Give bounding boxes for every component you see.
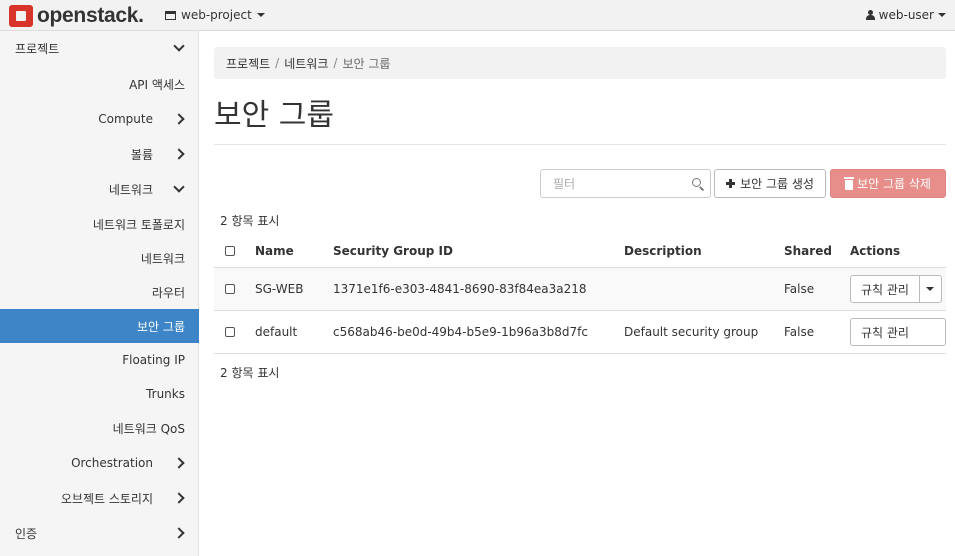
row-id: 1371e1f6-e303-4841-8690-83f84ea3a218	[333, 282, 587, 296]
sidebar-item-network-group[interactable]: 네트워크	[0, 172, 199, 206]
chevron-down-icon	[173, 39, 185, 52]
sidebar-item-label: Orchestration	[71, 456, 153, 470]
header-name[interactable]: Name	[255, 244, 333, 258]
delete-button-label: 보안 그룹 삭제	[857, 177, 931, 191]
caret-down-icon	[256, 13, 265, 17]
plus-icon	[726, 179, 736, 188]
sidebar-item-label: API 액세스	[129, 77, 185, 92]
project-switcher[interactable]: web-project	[165, 8, 265, 22]
sidebar-item-label: 인증	[15, 526, 38, 541]
user-menu[interactable]: web-user	[865, 8, 946, 22]
row-select-cell	[214, 327, 255, 337]
row-shared: False	[784, 282, 815, 296]
chevron-right-icon	[173, 113, 185, 125]
sidebar-item-api-access[interactable]: API 액세스	[0, 67, 199, 101]
sidebar-item-label: 보안 그룹	[137, 319, 185, 334]
sidebar-item-network-topology[interactable]: 네트워크 토폴로지	[0, 207, 199, 241]
create-security-group-button[interactable]: 보안 그룹 생성	[714, 169, 826, 198]
row-checkbox[interactable]	[225, 327, 235, 337]
table-row: default c568ab46-be0d-49b4-b5e9-1b96a3b8…	[214, 311, 946, 354]
breadcrumb-network[interactable]: 네트워크	[284, 55, 328, 72]
breadcrumb-project[interactable]: 프로젝트	[226, 55, 270, 72]
sidebar-item-label: 네트워크 QoS	[112, 421, 185, 436]
sidebar-item-object-storage[interactable]: 오브젝트 스토리지	[0, 481, 199, 515]
header-security-group-id[interactable]: Security Group ID	[333, 244, 624, 258]
sidebar-item-label: 네트워크	[140, 251, 185, 266]
title-divider	[214, 144, 946, 145]
breadcrumb-security-groups: 보안 그룹	[342, 56, 391, 71]
chevron-right-icon	[173, 148, 185, 160]
caret-down-icon	[926, 287, 935, 291]
sidebar-item-compute[interactable]: Compute	[0, 102, 199, 136]
sidebar-item-trunks[interactable]: Trunks	[0, 377, 199, 411]
item-count-top: 2 항목 표시	[220, 214, 280, 228]
sidebar-item-identity[interactable]: 인증	[0, 516, 199, 550]
brand-name: openstack.	[37, 4, 144, 27]
brand-logo-link[interactable]: openstack.	[9, 4, 144, 28]
header-shared[interactable]: Shared	[784, 244, 850, 258]
breadcrumb: 프로젝트 / 네트워크 / 보안 그룹	[214, 47, 946, 79]
manage-rules-button[interactable]: 규칙 관리	[850, 318, 946, 346]
sidebar-item-security-groups[interactable]: 보안 그룹	[0, 309, 199, 343]
chevron-right-icon	[173, 492, 185, 504]
security-groups-table: Name Security Group ID Description Share…	[214, 234, 946, 354]
row-id: c568ab46-be0d-49b4-b5e9-1b96a3b8d7fc	[333, 325, 588, 339]
manage-rules-button[interactable]: 규칙 관리	[850, 275, 920, 303]
sidebar-item-label: 볼륨	[130, 147, 153, 162]
row-select-cell	[214, 284, 255, 294]
item-count-bottom: 2 항목 표시	[220, 366, 280, 380]
sidebar: 프로젝트 API 액세스 Compute 볼륨 네트워크 네트워크 토폴로지 네…	[0, 31, 199, 556]
row-action-group: 규칙 관리	[850, 275, 946, 303]
create-button-label: 보안 그룹 생성	[740, 177, 814, 191]
chevron-down-icon	[173, 180, 185, 193]
header-description[interactable]: Description	[624, 244, 784, 258]
sidebar-item-project[interactable]: 프로젝트	[0, 31, 199, 65]
search-icon[interactable]	[692, 178, 701, 187]
select-all-checkbox[interactable]	[225, 245, 235, 256]
sidebar-item-label: 오브젝트 스토리지	[60, 491, 153, 506]
caret-down-icon	[938, 13, 946, 17]
row-actions: 규칙 관리	[850, 318, 946, 346]
sidebar-item-label: 네트워크	[108, 182, 153, 197]
top-navbar: openstack. web-project web-user	[0, 0, 955, 31]
chevron-right-icon	[173, 527, 185, 539]
delete-security-groups-button[interactable]: 보안 그룹 삭제	[830, 169, 946, 198]
sidebar-item-label: 프로젝트	[15, 41, 60, 56]
row-name: SG-WEB	[255, 282, 304, 296]
sidebar-item-volumes[interactable]: 볼륨	[0, 137, 199, 171]
breadcrumb-separator: /	[275, 56, 280, 70]
row-checkbox[interactable]	[225, 284, 235, 294]
user-name: web-user	[878, 8, 934, 22]
chevron-right-icon	[173, 457, 185, 469]
sidebar-item-floating-ip[interactable]: Floating IP	[0, 343, 199, 377]
row-name: default	[255, 325, 298, 339]
trash-icon	[844, 176, 855, 190]
openstack-logo-icon	[9, 5, 33, 27]
row-actions-dropdown[interactable]	[919, 275, 942, 303]
user-icon	[865, 10, 875, 20]
row-shared: False	[784, 325, 815, 339]
row-description: Default security group	[624, 325, 759, 339]
project-icon	[165, 10, 176, 20]
sidebar-item-label: Compute	[98, 112, 153, 126]
sidebar-item-label: Floating IP	[122, 353, 185, 367]
select-all-cell	[214, 245, 255, 256]
header-actions: Actions	[850, 243, 901, 258]
row-actions: 규칙 관리	[850, 275, 946, 303]
breadcrumb-separator: /	[333, 56, 338, 70]
project-name: web-project	[181, 8, 252, 22]
filter-input[interactable]	[541, 170, 681, 197]
sidebar-item-orchestration[interactable]: Orchestration	[0, 446, 199, 480]
filter-box	[540, 169, 711, 198]
sidebar-item-label: 네트워크 토폴로지	[92, 217, 185, 232]
page-title: 보안 그룹	[214, 98, 334, 133]
sidebar-item-network-qos[interactable]: 네트워크 QoS	[0, 411, 199, 445]
table-row: SG-WEB 1371e1f6-e303-4841-8690-83f84ea3a…	[214, 268, 946, 311]
sidebar-item-networks[interactable]: 네트워크	[0, 241, 199, 275]
sidebar-item-label: Trunks	[146, 387, 185, 401]
sidebar-item-routers[interactable]: 라우터	[0, 275, 199, 309]
sidebar-item-label: 라우터	[151, 285, 185, 300]
table-header: Name Security Group ID Description Share…	[214, 234, 946, 268]
